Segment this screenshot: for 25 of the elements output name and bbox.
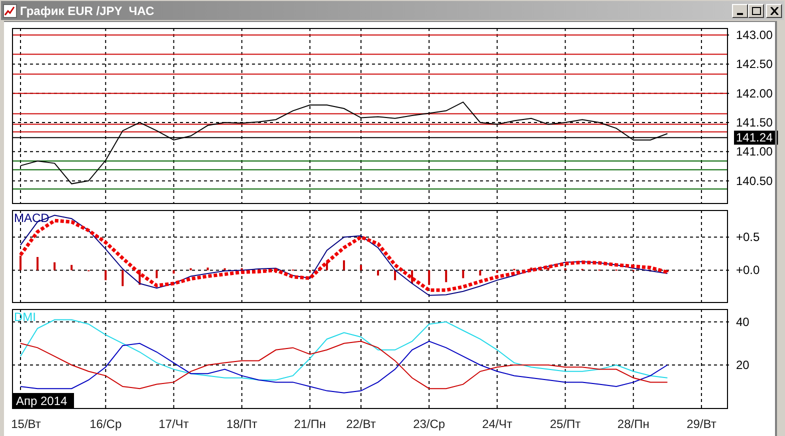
axis-label: 15/Вт [11,417,41,431]
axis-label: 25/Пт [550,417,581,431]
axis-label: 141.50 [736,116,773,130]
axis-label: 143.00 [736,28,773,42]
axis-label: 17/Чт [158,417,189,431]
axis-label: 141.00 [736,144,773,159]
axis-label: +0.5 [736,230,760,244]
date-badge: Апр 2014 [12,393,74,408]
axis-label: 20 [736,358,750,372]
axis-label: 21/Пн [294,417,326,431]
indicator-label: DMI [14,310,36,324]
axis-label: 16/Ср [90,417,122,431]
axis-label: +0.0 [736,263,760,278]
axis-label: 29/Вт [686,417,716,431]
axis-label: 24/Чт [482,417,512,431]
price-badge: 141.24 [734,130,778,145]
axis-label: 18/Пт [226,417,258,431]
axis-label: 40 [736,314,750,329]
axis-label: 22/Вт [346,417,376,431]
window-title: График EUR /JPY ЧАС [20,2,154,20]
axis-label: 142.00 [736,86,773,100]
axis-label: 23/Ср [413,417,446,431]
axis-label: 28/Пн [617,417,650,431]
axis-label: 142.50 [736,57,773,72]
axis-label: 140.50 [736,174,773,188]
